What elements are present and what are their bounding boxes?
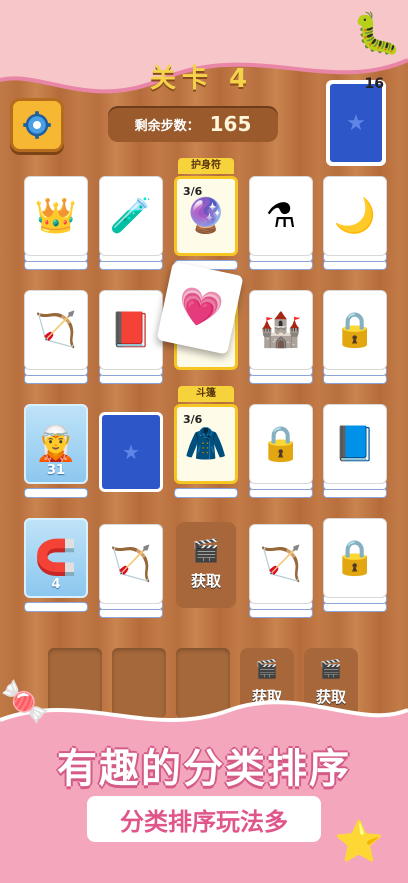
get-label: 获取 [190,572,221,590]
card-locked-yellow[interactable]: 🔒 [249,404,313,500]
steps-label: 剩余步数： [134,118,200,134]
card-stack-edge [174,488,238,498]
remaining-steps: 剩余步数： 165 [108,106,278,142]
heart-wings-icon: 💗 [173,283,227,334]
card-stack-edge [24,602,88,612]
star-icon: ★ [346,110,366,136]
deck-count: 16 [364,76,384,92]
draw-deck[interactable]: ★ 16 [326,76,386,166]
lock-chain-icon: 🔒 [249,404,313,484]
get-card-video-button[interactable]: 🎬 获取 [176,522,236,608]
card-cloak-goal[interactable]: 斗篷 🧥 3/6 [174,386,238,500]
worm-mascot-icon: 🐛 [352,11,402,57]
card-archer[interactable]: 🏹 [24,290,88,386]
lock-chain-icon: 🔒 [323,518,387,598]
video-clapper-icon: 🎬 [319,659,343,680]
card-frozen-archer[interactable]: 🧝 31 [24,404,88,500]
potion-blue-icon: ⚗ [249,176,313,256]
candy-icon: 🍬 [0,679,50,725]
cloak-progress: 3/6 [183,413,203,426]
video-clapper-icon: 🎬 [255,659,279,680]
card-locked-red[interactable]: 🔒 [323,290,387,386]
promo-subline: 分类排序玩法多 [87,796,321,842]
moon-amulet-icon: 🌙 [323,176,387,256]
archer-icon: 🏹 [24,290,88,370]
frozen-archer-icon: 🧝 31 [24,404,88,484]
card-frozen-horseshoe[interactable]: 🧲 4 [24,518,88,614]
card-crown[interactable]: 👑 [24,176,88,272]
card-archer-orange[interactable]: 🏹 [249,524,313,620]
amulet-tag: 护身符 [178,158,234,174]
amulet-icon: 🔮 3/6 [174,176,238,256]
gear-icon [23,111,51,139]
frozen-archer-glyph: 🧝 [34,424,78,464]
crown-icon: 👑 [24,176,88,256]
card-potion-pink[interactable]: 🧪 [99,176,163,272]
cloak-icon: 🧥 3/6 [174,404,238,484]
card-moon-amulet[interactable]: 🌙 [323,176,387,272]
horseshoe-glyph: 🧲 [34,538,78,578]
steps-value: 165 [209,112,252,136]
lock-chain-icon: 🔒 [323,290,387,370]
archer-icon: 🏹 [99,524,163,604]
settings-button[interactable] [10,98,64,152]
video-clapper-icon: 🎬 [192,539,220,564]
cloak-tag: 斗篷 [178,386,234,402]
archer-icon: 🏹 [249,524,313,604]
card-spellbook[interactable]: 📕 [99,290,163,386]
star-mascot-icon: ⭐ [334,819,384,865]
spellbook-icon: 📕 [99,290,163,370]
star-icon: ★ [122,440,140,464]
card-potion-blue[interactable]: ⚗ [249,176,313,272]
castle-icon: 🏰 [249,290,313,370]
card-amulet-goal[interactable]: 护身符 🔮 3/6 [174,158,238,272]
card-archer-green[interactable]: 🏹 [99,524,163,620]
amulet-glyph: 🔮 [184,196,228,236]
deck-card-back: ★ [330,84,382,162]
card-locked-blue[interactable]: 🔒 [323,518,387,614]
frozen-horseshoe-icon: 🧲 4 [24,518,88,598]
level-title: 关卡 4 [150,64,254,94]
card-winged-book[interactable]: 📘 [323,404,387,500]
winged-book-icon: 📘 [323,404,387,484]
cloak-glyph: 🧥 [184,424,228,464]
ice-count: 31 [46,463,66,478]
potion-pink-icon: 🧪 [99,176,163,256]
card-castle[interactable]: 🏰 [249,290,313,386]
amulet-progress: 3/6 [183,185,203,198]
card-back: ★ [99,412,163,492]
ice-count: 4 [51,577,61,592]
card-facedown[interactable]: ★ [99,412,163,508]
card-stack-edge [24,488,88,498]
promo-headline: 有趣的分类排序 [57,746,351,792]
